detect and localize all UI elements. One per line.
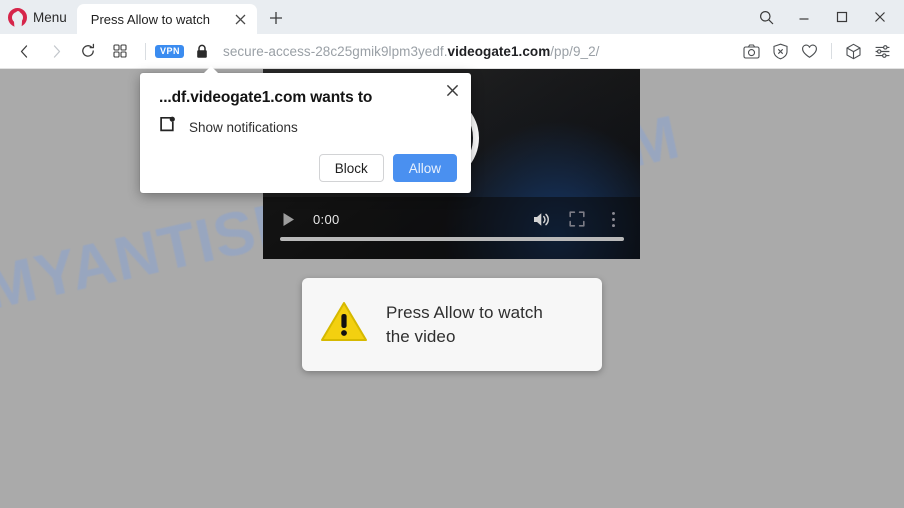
warning-triangle-icon: [320, 300, 368, 349]
speed-dial-button[interactable]: [104, 36, 136, 66]
tab-close-icon[interactable]: [231, 9, 251, 29]
search-tabs-button[interactable]: [748, 2, 784, 32]
video-controls-row: 0:00: [263, 203, 640, 235]
url-subdomain: secure-access-28c25gmik9lpm3yedf.: [223, 43, 448, 59]
forward-button[interactable]: [40, 36, 72, 66]
lock-icon[interactable]: [195, 44, 209, 59]
back-button[interactable]: [8, 36, 40, 66]
video-controls: 0:00: [263, 197, 640, 259]
opera-menu-button[interactable]: Menu: [0, 0, 77, 34]
volume-icon[interactable]: [528, 206, 554, 232]
play-icon[interactable]: [277, 208, 299, 230]
permission-row: Show notifications: [159, 116, 298, 138]
tab-strip: Menu Press Allow to watch: [0, 0, 904, 34]
vpn-badge[interactable]: VPN: [155, 44, 185, 58]
address-bar: VPN secure-access-28c25gmik9lpm3yedf.vid…: [0, 34, 904, 69]
warning-box: Press Allow to watch the video: [302, 278, 602, 371]
ad-blocker-button[interactable]: [767, 38, 794, 65]
snapshot-button[interactable]: [738, 38, 765, 65]
notification-permission-dialog: ...df.videogate1.com wants to Show notif…: [140, 66, 471, 193]
block-button[interactable]: Block: [318, 154, 384, 182]
tools-divider: [831, 43, 832, 59]
browser-window: Menu Press Allow to watch VPN secure-acc…: [0, 0, 904, 508]
warning-line-1: Press Allow to watch: [386, 303, 543, 323]
dialog-close-icon[interactable]: [441, 79, 463, 101]
video-progress-bar[interactable]: [280, 237, 624, 241]
opera-menu-label: Menu: [33, 9, 67, 25]
url-path: /pp/9_2/: [550, 43, 600, 59]
url-host: videogate1.com: [447, 43, 551, 59]
toolbar-divider: [145, 42, 146, 60]
warning-line-2: the video: [386, 326, 456, 346]
video-time-label: 0:00: [313, 211, 340, 227]
warning-message: Press Allow to watch the video: [386, 301, 543, 347]
easy-setup-button[interactable]: [869, 38, 896, 65]
more-vertical-icon[interactable]: [600, 206, 626, 232]
fullscreen-icon[interactable]: [564, 206, 590, 232]
browser-tab[interactable]: Press Allow to watch: [76, 4, 257, 34]
notification-icon: [159, 116, 176, 138]
window-controls: [748, 0, 904, 34]
tab-title: Press Allow to watch: [90, 11, 210, 27]
close-window-button[interactable]: [862, 2, 898, 32]
minimize-button[interactable]: [786, 2, 822, 32]
opera-logo-icon: [8, 7, 27, 32]
allow-button[interactable]: Allow: [392, 154, 457, 182]
player-button[interactable]: [840, 38, 867, 65]
new-tab-button[interactable]: [261, 3, 291, 33]
address-bar-tools: [738, 38, 896, 65]
url-text[interactable]: secure-access-28c25gmik9lpm3yedf.videoga…: [223, 44, 599, 59]
maximize-button[interactable]: [824, 2, 860, 32]
permission-label: Show notifications: [189, 119, 298, 135]
dialog-title: ...df.videogate1.com wants to: [159, 89, 373, 106]
dialog-actions: Block Allow: [318, 154, 457, 182]
reload-button[interactable]: [72, 36, 104, 66]
dialog-arrow: [203, 66, 219, 74]
favorites-button[interactable]: [796, 38, 823, 65]
